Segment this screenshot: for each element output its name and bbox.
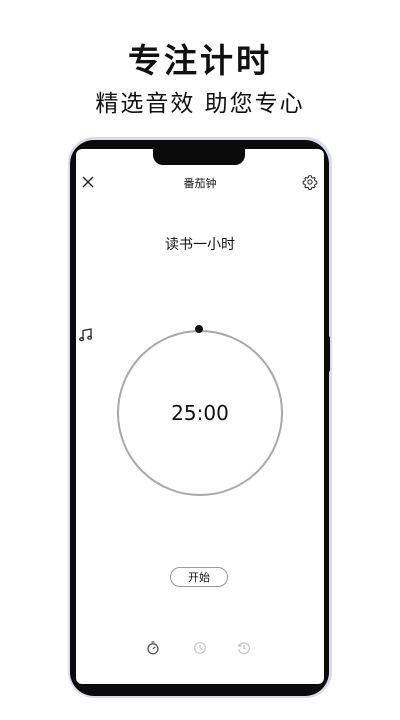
promo-subtitle: 精选音效 助您专心 [95,91,305,117]
phone-notch [153,140,245,165]
music-button[interactable] [76,325,96,345]
clock-icon [194,642,206,654]
nav-clock-button[interactable] [192,640,208,656]
phone-side-button [326,336,330,372]
music-note-icon [79,328,93,342]
history-icon [237,642,250,655]
task-name: 读书一小时 [165,237,235,253]
nav-pomodoro-button[interactable] [145,640,161,656]
timer-progress-dot [195,325,203,333]
pomodoro-timer-icon [147,641,159,655]
gear-icon [302,175,318,190]
start-button[interactable]: 开始 [170,567,228,587]
settings-button[interactable] [300,172,320,192]
close-icon [82,176,94,188]
timer-display: 25:00 [171,401,229,425]
nav-history-button[interactable] [236,640,252,656]
app-title: 番茄钟 [183,177,217,190]
promo-title: 专注计时 [128,41,272,80]
close-button[interactable] [79,173,97,191]
